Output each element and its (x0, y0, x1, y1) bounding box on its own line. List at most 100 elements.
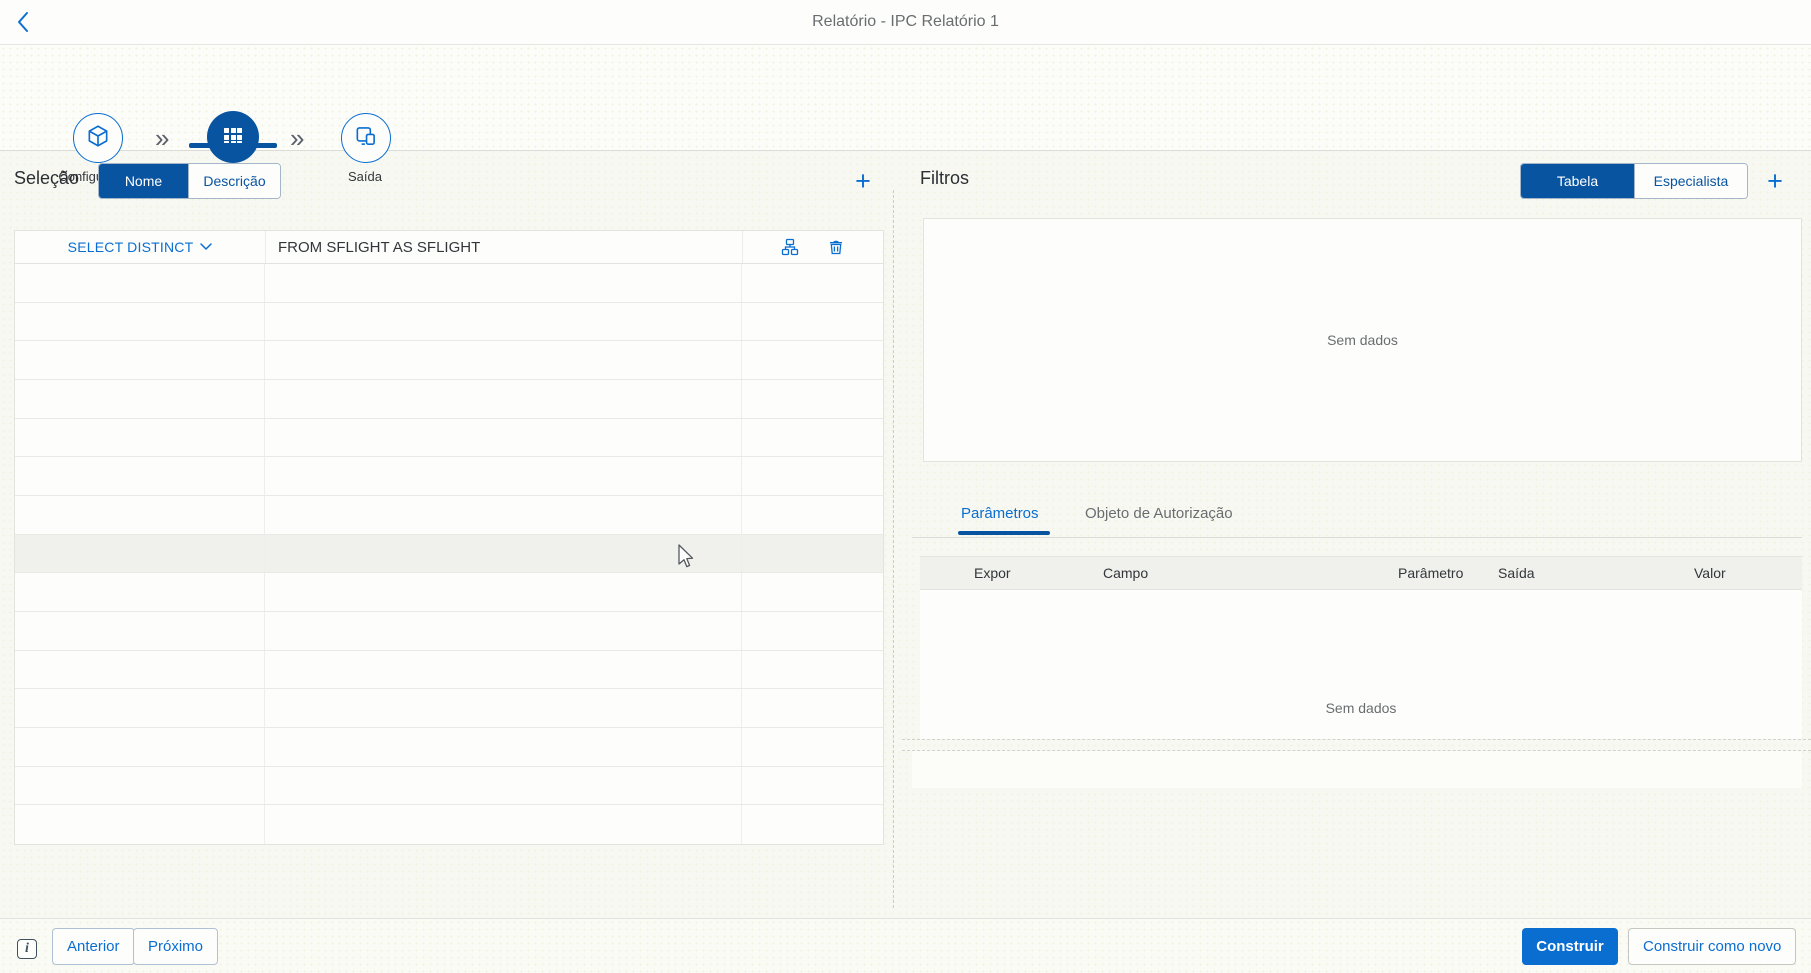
table-cell (265, 419, 742, 457)
table-cell (15, 728, 265, 766)
step-dados[interactable] (207, 111, 259, 163)
table-cell (265, 457, 742, 495)
table-cell (742, 651, 883, 689)
table-cell (15, 419, 265, 457)
select-distinct-dropdown[interactable]: SELECT DISTINCT (68, 239, 194, 255)
toggle-tabela[interactable]: Tabela (1521, 164, 1634, 198)
trash-icon[interactable] (827, 238, 845, 256)
column-header: Campo (1103, 557, 1148, 589)
table-cell (15, 303, 265, 341)
previous-button[interactable]: Anterior (52, 928, 135, 965)
screens-icon (353, 123, 379, 154)
step-configuracao[interactable] (73, 113, 123, 163)
toggle-especialista[interactable]: Especialista (1634, 164, 1747, 198)
params-table-body: Sem dados (920, 590, 1802, 739)
table-row[interactable] (15, 457, 883, 496)
table-cell (265, 303, 742, 341)
toggle-descricao[interactable]: Descrição (188, 164, 280, 198)
table-row[interactable] (15, 651, 883, 690)
table-row[interactable] (15, 341, 883, 380)
column-header: Expor (974, 557, 1011, 589)
table-cell (265, 728, 742, 766)
table-row[interactable] (15, 380, 883, 419)
next-button[interactable]: Próximo (133, 928, 218, 965)
table-cell (265, 689, 742, 727)
table-cell (15, 612, 265, 650)
table-cell (742, 264, 883, 302)
table-cell (265, 380, 742, 418)
tab-parametros[interactable]: Parâmetros (961, 505, 1039, 522)
table-cell (742, 419, 883, 457)
table-cell (15, 689, 265, 727)
selection-table: SELECT DISTINCT FROM SFLIGHT AS SFLIGHT (14, 230, 884, 845)
table-cell (15, 651, 265, 689)
table-cell (15, 535, 265, 573)
chevron-down-icon[interactable] (200, 243, 212, 251)
selection-table-actions (743, 231, 883, 263)
table-cell (265, 264, 742, 302)
panel-splitter-vertical[interactable] (886, 190, 902, 908)
step-saida[interactable] (341, 113, 391, 163)
table-row[interactable] (15, 689, 883, 728)
table-cell (15, 264, 265, 302)
params-table-header: Expor Campo Parâmetro Saída Valor (920, 556, 1802, 590)
table-cell (15, 805, 265, 844)
add-selection-button[interactable]: + (849, 168, 877, 196)
table-cell (742, 457, 883, 495)
filters-empty-area: Sem dados (923, 218, 1802, 462)
table-cell (15, 496, 265, 534)
table-row[interactable] (15, 805, 883, 844)
info-icon[interactable]: i (17, 939, 37, 959)
table-cell (742, 341, 883, 379)
table-row[interactable] (15, 535, 883, 574)
top-bar: Relatório - IPC Relatório 1 (0, 0, 1811, 45)
build-as-new-button[interactable]: Construir como novo (1628, 928, 1796, 965)
filters-bottom-pane (912, 751, 1802, 788)
filters-title: Filtros (920, 168, 969, 189)
table-cell (15, 573, 265, 611)
report-builder-app: Relatório - IPC Relatório 1 Configuração… (0, 0, 1811, 973)
column-header: Valor (1694, 557, 1726, 589)
chevron-right-separator-icon: » (155, 125, 169, 151)
table-cell (265, 496, 742, 534)
table-row[interactable] (15, 303, 883, 342)
build-button[interactable]: Construir (1522, 928, 1618, 965)
toggle-nome[interactable]: Nome (99, 164, 188, 198)
table-row[interactable] (15, 728, 883, 767)
table-cell (742, 805, 883, 844)
table-cell (265, 651, 742, 689)
wizard-bar: Configuração » Dados » Saída (0, 45, 1811, 151)
step-label-saida: Saída (348, 169, 382, 184)
table-cell (265, 341, 742, 379)
selection-table-body (15, 264, 883, 844)
table-cell (742, 689, 883, 727)
table-row[interactable] (15, 767, 883, 806)
table-row[interactable] (15, 419, 883, 458)
table-row[interactable] (15, 496, 883, 535)
selection-title: Seleção (14, 168, 79, 189)
filters-mode-toggle: Tabela Especialista (1520, 163, 1748, 199)
table-cell (742, 535, 883, 573)
active-step-underline (189, 143, 277, 148)
table-cell (15, 767, 265, 805)
table-row[interactable] (15, 612, 883, 651)
table-cell (265, 612, 742, 650)
add-filter-button[interactable]: + (1761, 168, 1789, 196)
active-tab-underline (958, 531, 1050, 535)
table-cell (265, 805, 742, 844)
table-row[interactable] (15, 264, 883, 303)
table-row[interactable] (15, 573, 883, 612)
table-cell (15, 341, 265, 379)
panel-splitter-horizontal[interactable] (902, 739, 1811, 751)
table-cell (742, 728, 883, 766)
cube-icon (85, 123, 111, 154)
chevron-right-separator-icon: » (290, 125, 304, 151)
hierarchy-icon[interactable] (781, 238, 799, 256)
params-empty-text: Sem dados (920, 700, 1802, 716)
tab-objeto-de-autorizacao[interactable]: Objeto de Autorização (1085, 505, 1233, 522)
table-cell (265, 573, 742, 611)
table-cell (15, 380, 265, 418)
table-cell (742, 303, 883, 341)
select-distinct-cell: SELECT DISTINCT (15, 231, 266, 263)
selection-view-toggle: Nome Descrição (98, 163, 281, 199)
